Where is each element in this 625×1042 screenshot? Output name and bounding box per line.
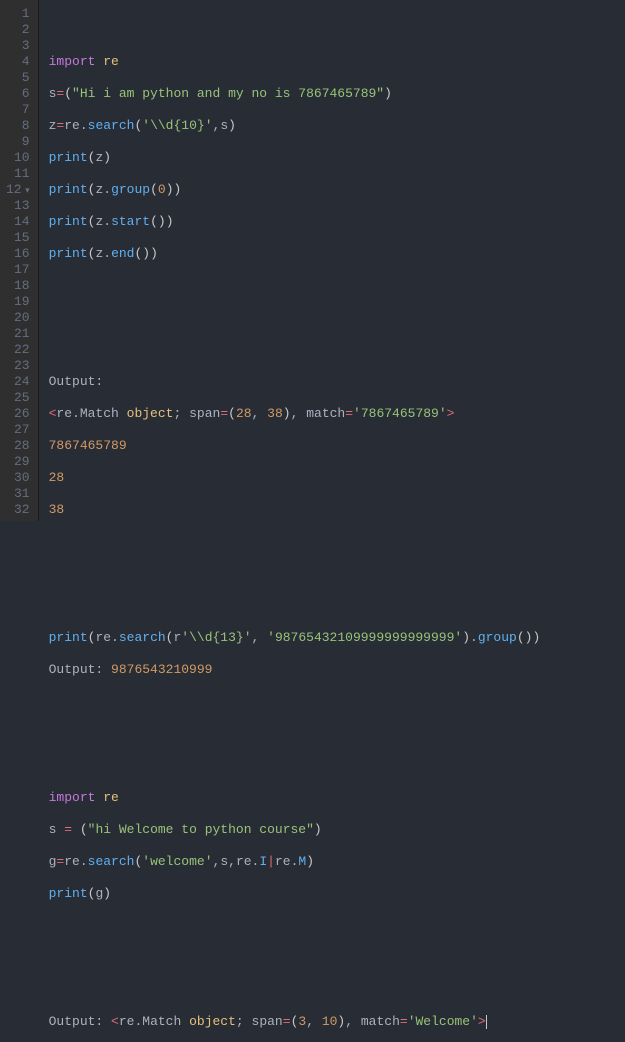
line-number: 9 — [6, 134, 30, 150]
line-number: 25 — [6, 390, 30, 406]
line-number: 30 — [6, 470, 30, 486]
code-line[interactable]: s=("Hi i am python and my no is 78674657… — [49, 86, 625, 102]
line-number: 2 — [6, 22, 30, 38]
code-line[interactable]: 7867465789 — [49, 438, 625, 454]
code-line[interactable]: print(z.start()) — [49, 214, 625, 230]
code-line[interactable]: z=re.search('\\d{10}',s) — [49, 118, 625, 134]
code-line[interactable]: print(z) — [49, 150, 625, 166]
line-number: 12▾ — [6, 182, 30, 198]
code-line[interactable]: <re.Match object; span=(28, 38), match='… — [49, 406, 625, 422]
line-number: 10 — [6, 150, 30, 166]
line-number: 19 — [6, 294, 30, 310]
line-number: 20 — [6, 310, 30, 326]
code-line[interactable] — [49, 22, 625, 38]
code-line[interactable] — [49, 598, 625, 614]
code-line[interactable]: s = ("hi Welcome to python course") — [49, 822, 625, 838]
code-line[interactable]: print(re.search(r'\\d{13}', '98765432109… — [49, 630, 625, 646]
code-line[interactable] — [49, 534, 625, 550]
code-line[interactable]: import re — [49, 790, 625, 806]
line-number: 5 — [6, 70, 30, 86]
code-line[interactable] — [49, 982, 625, 998]
code-editor[interactable]: import re s=("Hi i am python and my no i… — [39, 0, 625, 521]
fold-icon[interactable]: ▾ — [22, 183, 30, 199]
code-line[interactable]: print(g) — [49, 886, 625, 902]
code-line[interactable] — [49, 310, 625, 326]
line-number: 6 — [6, 86, 30, 102]
code-line[interactable]: print(z.end()) — [49, 246, 625, 262]
line-number: 24 — [6, 374, 30, 390]
line-number: 18 — [6, 278, 30, 294]
line-number: 32 — [6, 502, 30, 518]
code-line[interactable] — [49, 278, 625, 294]
line-number: 1 — [6, 6, 30, 22]
line-number: 15 — [6, 230, 30, 246]
line-number: 13 — [6, 198, 30, 214]
line-number: 14 — [6, 214, 30, 230]
code-line[interactable] — [49, 566, 625, 582]
line-number: 17 — [6, 262, 30, 278]
line-number: 8 — [6, 118, 30, 134]
line-number: 4 — [6, 54, 30, 70]
line-number: 21 — [6, 326, 30, 342]
code-line[interactable]: print(z.group(0)) — [49, 182, 625, 198]
code-line[interactable] — [49, 918, 625, 934]
text-cursor — [486, 1015, 487, 1029]
code-line[interactable] — [49, 758, 625, 774]
code-line[interactable]: Output: 9876543210999 — [49, 662, 625, 678]
code-line[interactable] — [49, 694, 625, 710]
line-number: 22 — [6, 342, 30, 358]
code-line[interactable] — [49, 950, 625, 966]
line-number: 26 — [6, 406, 30, 422]
line-number: 11 — [6, 166, 30, 182]
code-line[interactable] — [49, 726, 625, 742]
line-number: 29 — [6, 454, 30, 470]
code-line[interactable]: g=re.search('welcome',s,re.I|re.M) — [49, 854, 625, 870]
code-line[interactable]: 38 — [49, 502, 625, 518]
code-line[interactable]: 28 — [49, 470, 625, 486]
code-line[interactable]: import re — [49, 54, 625, 70]
line-number: 7 — [6, 102, 30, 118]
line-number: 28 — [6, 438, 30, 454]
line-number-gutter: 1 2 3 4 5 6 7 8 9 10 11 12▾ 13 14 15 16 … — [0, 0, 39, 521]
line-number: 31 — [6, 486, 30, 502]
code-line[interactable] — [49, 342, 625, 358]
code-line[interactable]: Output: — [49, 374, 625, 390]
line-number: 3 — [6, 38, 30, 54]
code-line[interactable]: Output: <re.Match object; span=(3, 10), … — [49, 1014, 625, 1030]
line-number: 27 — [6, 422, 30, 438]
line-number: 23 — [6, 358, 30, 374]
line-number: 16 — [6, 246, 30, 262]
